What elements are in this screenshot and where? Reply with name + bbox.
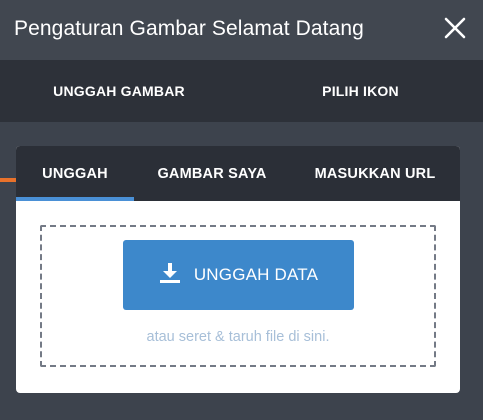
dialog-header: Pengaturan Gambar Selamat Datang — [0, 0, 483, 60]
subtab-upload[interactable]: UNGGAH — [16, 146, 134, 201]
welcome-image-settings-dialog: Pengaturan Gambar Selamat Datang UNGGAH … — [0, 0, 483, 420]
subtab-enter-url[interactable]: MASUKKAN URL — [290, 146, 460, 201]
sub-tab-bar: UNGGAH GAMBAR SAYA MASUKKAN URL — [16, 146, 460, 201]
upload-data-button[interactable]: UNGGAH DATA — [123, 240, 354, 310]
tab-choose-icon[interactable]: PILIH IKON — [238, 60, 483, 122]
close-button[interactable] — [441, 14, 469, 42]
active-subtab-indicator — [16, 197, 134, 201]
tab-upload-image[interactable]: UNGGAH GAMBAR — [0, 60, 238, 122]
dialog-title: Pengaturan Gambar Selamat Datang — [14, 17, 364, 40]
upload-panel: UNGGAH GAMBAR SAYA MASUKKAN URL UNGGAH D… — [16, 146, 460, 393]
download-icon — [159, 262, 181, 284]
close-icon — [444, 17, 466, 39]
drag-drop-hint: atau seret & taruh file di sini. — [146, 329, 330, 345]
main-tab-bar: UNGGAH GAMBAR PILIH IKON — [0, 60, 483, 182]
subtab-my-images[interactable]: GAMBAR SAYA — [134, 146, 290, 201]
file-dropzone[interactable]: UNGGAH DATA atau seret & taruh file di s… — [40, 225, 436, 367]
upload-button-label: UNGGAH DATA — [193, 265, 319, 284]
